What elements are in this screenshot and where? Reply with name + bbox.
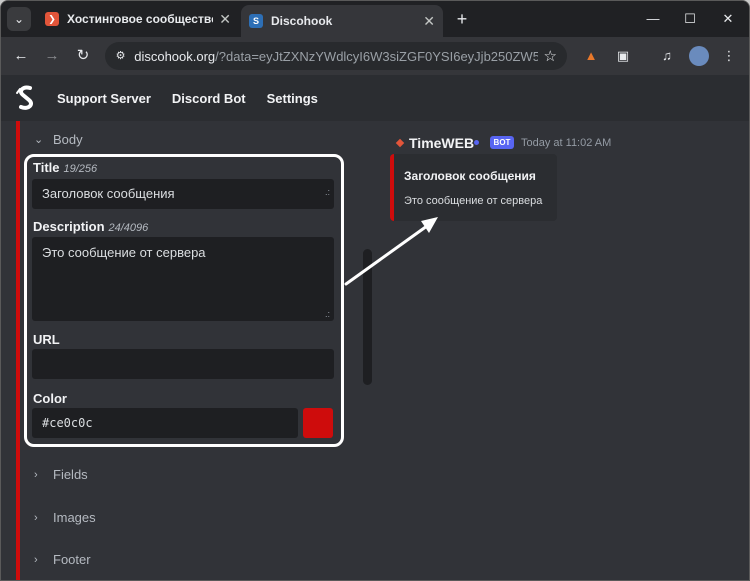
browser-window: ⌄ ❯ Хостинговое сообщество «Ti ✕ S Disco… xyxy=(0,0,750,581)
annotation-arrow-icon xyxy=(344,217,438,286)
